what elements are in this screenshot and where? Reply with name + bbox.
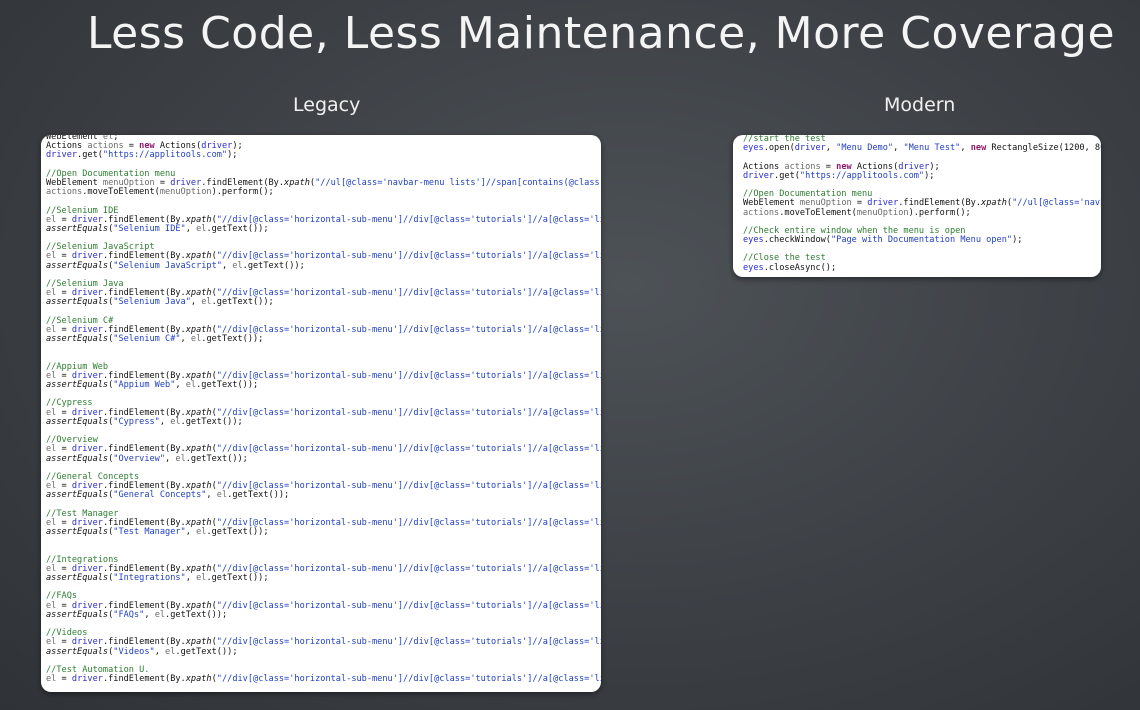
legacy-code-line <box>46 537 601 546</box>
legacy-code-line <box>46 354 601 363</box>
legacy-code-line: assertEquals("Selenium IDE", el.getText(… <box>46 223 269 234</box>
legacy-code-line: assertEquals("Overview", el.getText()); <box>46 453 248 464</box>
legacy-code-line: assertEquals("Test Manager", el.getText(… <box>46 527 269 538</box>
legacy-code-line <box>46 308 601 317</box>
modern-code-line: driver.get("https://applitools.com"); <box>743 170 935 181</box>
legacy-code-line: assertEquals("General Concepts", el.getT… <box>46 490 290 501</box>
legacy-code-line: el = driver.findElement(By.xpath("//div[… <box>46 674 601 685</box>
modern-code-line: actions.moveToElement(menuOption).perfor… <box>743 207 971 218</box>
modern-code-line: eyes.checkWindow("Page with Documentatio… <box>743 235 1023 246</box>
legacy-label: Legacy <box>293 94 361 116</box>
legacy-code-line: actions.moveToElement(menuOption).perfor… <box>46 187 274 198</box>
legacy-code-line: assertEquals("Selenium JavaScript", el.g… <box>46 260 305 271</box>
legacy-code-line: assertEquals("Cypress", el.getText()); <box>46 416 243 427</box>
modern-code-block: //start the test eyes.open(driver, "Menu … <box>743 135 1101 273</box>
modern-code-line: eyes.open(driver, "Menu Demo", "Menu Tes… <box>743 143 1101 154</box>
slide-title: Less Code, Less Maintenance, More Covera… <box>86 8 1116 59</box>
legacy-code-line <box>46 427 601 436</box>
legacy-code-line: assertEquals("FAQs", el.getText()); <box>46 609 228 620</box>
legacy-code-line <box>46 501 601 510</box>
legacy-code-line <box>46 583 601 592</box>
legacy-code-line: assertEquals("Integrations", el.getText(… <box>46 573 269 583</box>
legacy-code-line <box>46 197 601 206</box>
legacy-code-line: assertEquals("Selenium C#", el.getText()… <box>46 334 264 345</box>
legacy-code-line: driver.get("https://applitools.com"); <box>46 150 238 161</box>
modern-label: Modern <box>884 94 956 116</box>
legacy-code-line <box>46 620 601 629</box>
legacy-code-line <box>46 390 601 399</box>
modern-code-line: eyes.closeAsync(); <box>743 262 837 273</box>
legacy-code-line: assertEquals("Videos", el.getText()); <box>46 646 238 657</box>
legacy-code-panel: WebElement el; Actions actions = new Acti… <box>41 135 601 692</box>
legacy-code-line: assertEquals("Appium Web", el.getText())… <box>46 380 259 391</box>
legacy-code-line <box>46 271 601 280</box>
legacy-code-line: assertEquals("Selenium Java", el.getText… <box>46 297 274 308</box>
legacy-code-line <box>46 344 601 353</box>
legacy-code-line <box>46 546 601 555</box>
modern-code-panel: //start the test eyes.open(driver, "Menu … <box>733 135 1101 277</box>
legacy-code-block: WebElement el; Actions actions = new Acti… <box>46 135 601 684</box>
